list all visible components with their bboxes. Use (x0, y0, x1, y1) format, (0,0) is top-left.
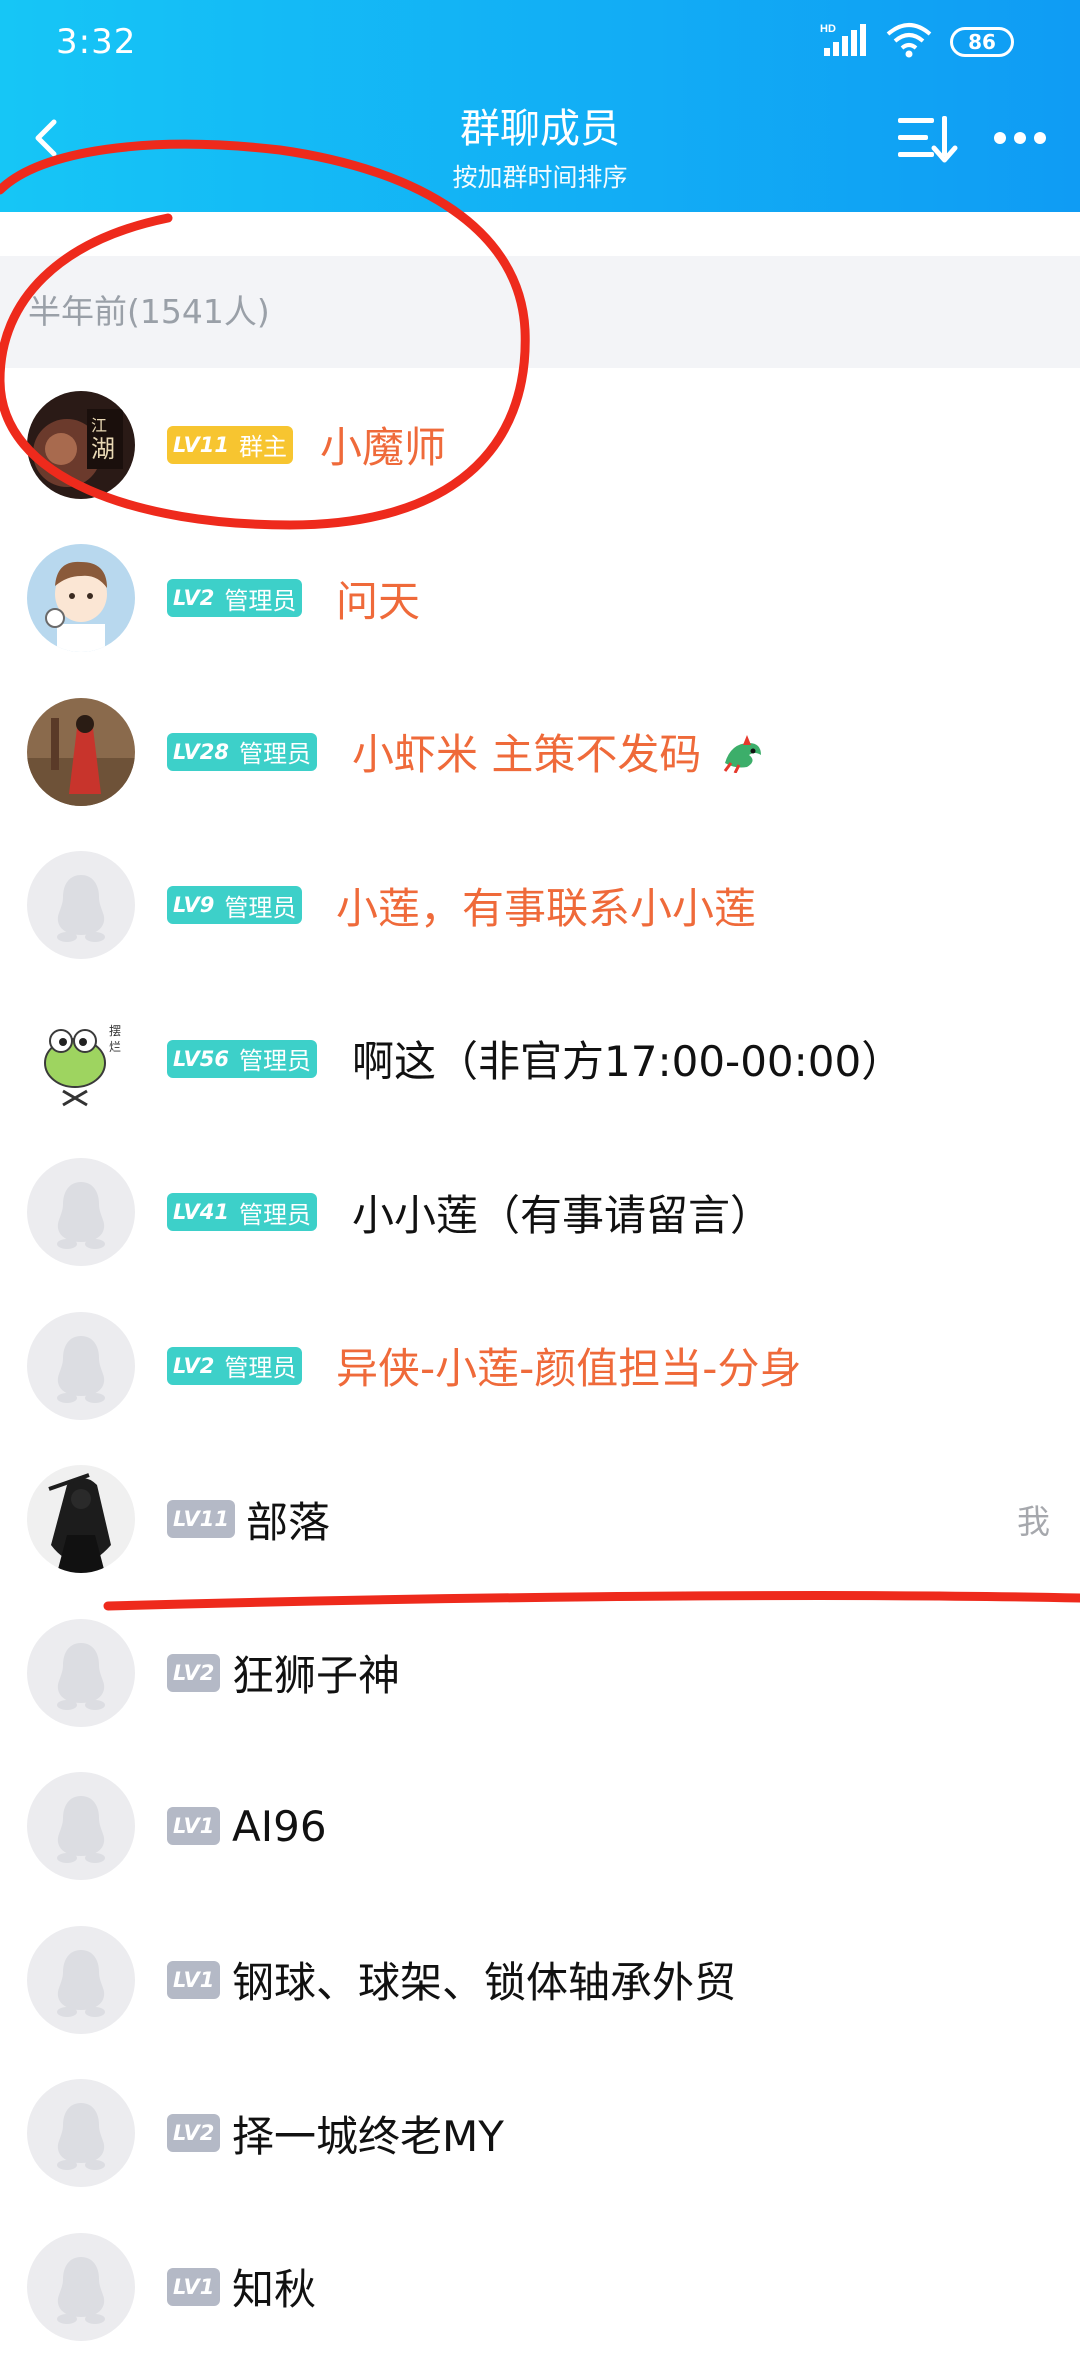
default-avatar (27, 851, 135, 960)
role-badge: LV41 管理员 (167, 1193, 317, 1232)
dragon-emoji-icon (721, 733, 765, 783)
member-name: 问天 (336, 576, 421, 626)
member-row[interactable]: LV2 择一城终老MY (0, 2057, 1080, 2211)
member-name: 部落 (246, 1497, 331, 1547)
member-name: 小魔师 (320, 423, 447, 473)
avatar (27, 544, 135, 653)
avatar: 摆 烂 (27, 1004, 135, 1113)
default-avatar (27, 2232, 135, 2341)
svg-text:摆: 摆 (109, 1024, 121, 1038)
member-row[interactable]: LV9 管理员 小莲，有事联系小小莲 (0, 829, 1080, 983)
avatar: 江 湖 (27, 390, 135, 499)
member-name: 小小莲（有事请留言） (352, 1190, 773, 1240)
member-list: 江 湖 LV11 群主 小魔师 LV2 管理员 问天 LV28 管理员 小虾米 … (0, 368, 1080, 2364)
member-name: 啊这（非官方17:00-00:00） (352, 1037, 904, 1087)
section-header: 半年前(1541人) (0, 256, 1080, 368)
default-avatar (27, 1925, 135, 2034)
member-name: 知秋 (232, 2265, 317, 2315)
default-avatar (27, 2079, 135, 2188)
member-name: 异侠-小莲-颜值担当-分身 (336, 1344, 802, 1394)
member-row[interactable]: LV2 管理员 异侠-小莲-颜值担当-分身 (0, 1289, 1080, 1443)
role-badge: LV56 管理员 (167, 1039, 317, 1078)
svg-text:烂: 烂 (109, 1040, 121, 1054)
member-row[interactable]: LV1 钢球、球架、锁体轴承外贸 (0, 1903, 1080, 2057)
member-row[interactable]: 摆 烂 LV56 管理员 啊这（非官方17:00-00:00） (0, 982, 1080, 1136)
sort-list-icon (898, 116, 958, 163)
member-name: 狂狮子神 (232, 1651, 401, 1701)
avatar (27, 1465, 135, 1574)
member-name: 钢球、球架、锁体轴承外贸 (232, 1958, 737, 2008)
avatar (27, 697, 135, 806)
role-badge: LV2 管理员 (167, 1346, 303, 1385)
default-avatar (27, 1158, 135, 1267)
member-name: 择一城终老MY (232, 2111, 504, 2161)
role-badge: LV11 群主 (167, 425, 293, 464)
level-badge: LV1 (167, 1807, 221, 1846)
svg-text:湖: 湖 (91, 435, 115, 463)
level-badge: LV11 (167, 1500, 235, 1539)
level-badge: LV2 (167, 1653, 221, 1692)
sort-button[interactable] (894, 110, 960, 166)
level-badge: LV1 (167, 1960, 221, 1999)
member-row[interactable]: LV28 管理员 小虾米 主策不发码 (0, 675, 1080, 829)
signal-icon: HD (820, 22, 868, 62)
role-badge: LV2 管理员 (167, 579, 303, 618)
member-row-self[interactable]: LV11 部落 我 (0, 1443, 1080, 1597)
default-avatar (27, 1311, 135, 1420)
svg-text:江: 江 (91, 416, 107, 435)
member-row[interactable]: LV41 管理员 小小莲（有事请留言） (0, 1136, 1080, 1290)
role-badge: LV9 管理员 (167, 886, 303, 925)
status-icons: HD 86 (820, 22, 1014, 62)
hd-label: HD (820, 23, 836, 35)
battery-indicator: 86 (950, 27, 1014, 57)
member-row[interactable]: LV2 管理员 问天 (0, 522, 1080, 676)
member-name: AI96 (232, 1801, 327, 1851)
wifi-icon (886, 22, 932, 62)
self-tag: 我 (1017, 1502, 1050, 1542)
member-name-text: 小虾米 主策不发码 (352, 730, 702, 779)
level-badge: LV1 (167, 2267, 221, 2306)
role-badge: LV28 管理员 (167, 732, 317, 771)
header-bar: 3:32 HD 86 群聊成员 按加群时间排序 (0, 0, 1080, 212)
more-button[interactable] (990, 118, 1050, 158)
status-time: 3:32 (56, 22, 137, 62)
member-name: 小莲，有事联系小小莲 (336, 883, 757, 933)
level-badge: LV2 (167, 2114, 221, 2153)
member-row[interactable]: LV1 知秋 (0, 2210, 1080, 2364)
member-row[interactable]: LV1 AI96 (0, 1750, 1080, 1904)
more-dots-icon (994, 132, 1046, 144)
member-name: 小虾米 主策不发码 (352, 721, 765, 783)
default-avatar (27, 1772, 135, 1881)
default-avatar (27, 1618, 135, 1727)
member-row[interactable]: 江 湖 LV11 群主 小魔师 (0, 368, 1080, 522)
member-row[interactable]: LV2 狂狮子神 (0, 1596, 1080, 1750)
